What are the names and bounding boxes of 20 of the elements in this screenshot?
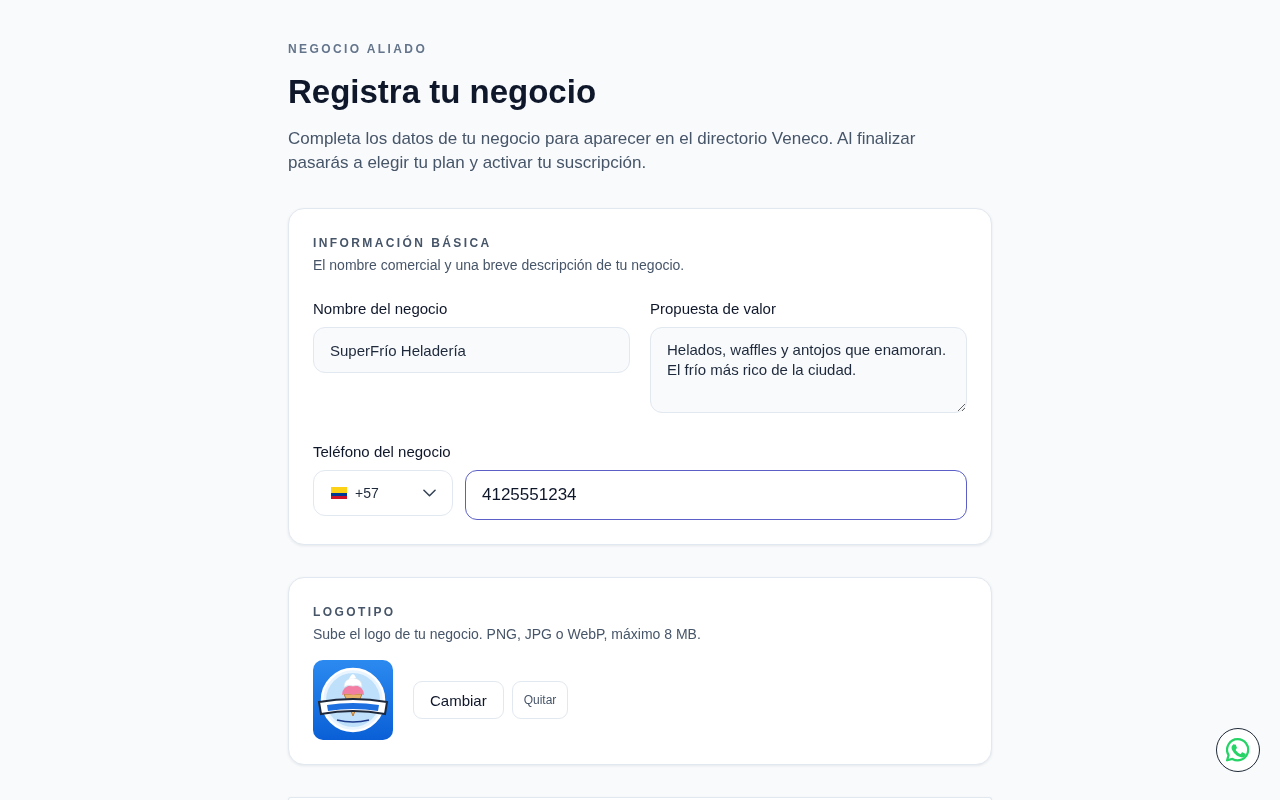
phone-input[interactable]: 4125551234 (465, 470, 967, 520)
field-label: Teléfono del negocio (313, 442, 451, 462)
field-label: Nombre del negocio (313, 299, 448, 319)
section-title: LOGOTIPO (313, 604, 396, 620)
textarea-input[interactable]: Helados, waffles y antojos que enamoran. El frío más rico de la ciudad. (650, 327, 967, 413)
country-select[interactable]: +57 (313, 470, 453, 516)
section-subtitle: El nombre comercial y una breve descripción de tu negocio. (313, 256, 686, 275)
section-title: INFORMACIÓN BÁSICA (313, 235, 492, 251)
change-button[interactable]: Cambiar (413, 681, 504, 719)
chevron-down-icon (423, 489, 436, 497)
field-label: Propuesta de valor (650, 299, 776, 319)
page-description: Completa los datos de tu negocio para aparecer en el directorio Veneco. Al finalizar pasarás a elegir tu plan y activar tu suscripción. (288, 128, 917, 174)
remove-button[interactable]: Quitar (511, 681, 569, 719)
text-input[interactable]: SuperFrío Heladería (313, 327, 630, 373)
page-title: Registra tu negocio (288, 72, 597, 112)
section-subtitle: Sube el logo de tu negocio. PNG, JPG o WebP, máximo 8 MB. (313, 625, 702, 644)
flag-icon (331, 487, 347, 499)
chat-button[interactable] (1216, 728, 1260, 772)
phone-chat-icon (1226, 738, 1250, 762)
eyebrow-label: NEGOCIO ALIADO (288, 41, 428, 57)
